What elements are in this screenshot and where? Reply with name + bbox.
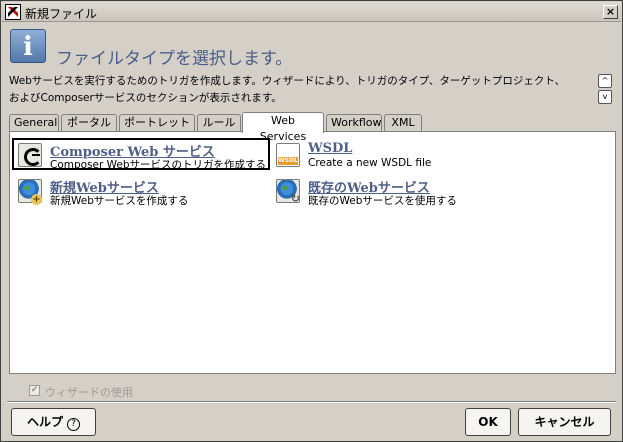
item-description: 既存のWebサービスを使用する	[308, 195, 457, 207]
tab-portlet[interactable]: ポートレット	[119, 114, 195, 132]
use-wizard-label: ウィザードの使用	[45, 386, 133, 399]
tab-web-services[interactable]: Web Services	[242, 112, 324, 143]
item-description: Composer Webサービスのトリガを作成する	[50, 159, 267, 171]
scroll-down-button[interactable]: v	[598, 90, 612, 104]
help-icon: ?	[67, 418, 80, 431]
close-button[interactable]: ×	[603, 5, 618, 19]
globe-arrow-icon	[276, 179, 300, 205]
description-line-1: Webサービスを実行するためのトリガを作成します。ウィザードにより、トリガのタイ…	[9, 75, 566, 87]
list-item-new-web-service[interactable]: 新規Webサービス 新規Webサービスを作成する	[14, 176, 234, 208]
window-title: 新規ファイル	[25, 7, 98, 21]
cancel-button[interactable]: キャンセル	[518, 408, 611, 436]
page-title: ファイルタイプを選択します。	[56, 49, 293, 69]
globe-plus-icon	[18, 179, 42, 205]
footer-divider	[7, 401, 616, 403]
file-type-list: Composer Web サービス Composer Webサービスのトリガを作…	[9, 131, 616, 374]
new-file-dialog: 新規ファイル × i ファイルタイプを選択します。 Webサービスを実行するため…	[0, 0, 623, 442]
scroll-up-button[interactable]: ^	[598, 74, 612, 88]
tab-workflow[interactable]: Workflow	[326, 114, 382, 132]
wsdl-icon	[276, 143, 300, 167]
tab-portal[interactable]: ポータル	[61, 114, 117, 132]
item-description: 新規Webサービスを作成する	[50, 195, 189, 207]
description-scroller: ^ v	[598, 74, 612, 104]
item-title: WSDL	[308, 141, 353, 156]
help-button[interactable]: ヘルプ?	[11, 408, 96, 436]
tab-general[interactable]: General	[9, 114, 59, 132]
title-bar[interactable]: 新規ファイル ×	[2, 2, 621, 22]
tab-rule[interactable]: ルール	[197, 114, 241, 132]
info-icon: i	[10, 29, 46, 63]
tab-xml[interactable]: XML	[384, 114, 422, 132]
composer-icon	[18, 143, 42, 167]
description-line-2: およびComposerサービスのセクションが表示されます。	[9, 92, 282, 104]
app-icon	[5, 4, 21, 20]
ok-button[interactable]: OK	[465, 408, 511, 436]
list-item-existing-web-service[interactable]: 既存のWebサービス 既存のWebサービスを使用する	[272, 176, 512, 208]
list-item-composer-web-service[interactable]: Composer Web サービス Composer Webサービスのトリガを作…	[12, 138, 270, 171]
use-wizard-checkbox[interactable]: ✔	[29, 385, 40, 396]
item-description: Create a new WSDL file	[308, 157, 432, 169]
description-text: Webサービスを実行するためのトリガを作成します。ウィザードにより、トリガのタイ…	[9, 73, 589, 107]
